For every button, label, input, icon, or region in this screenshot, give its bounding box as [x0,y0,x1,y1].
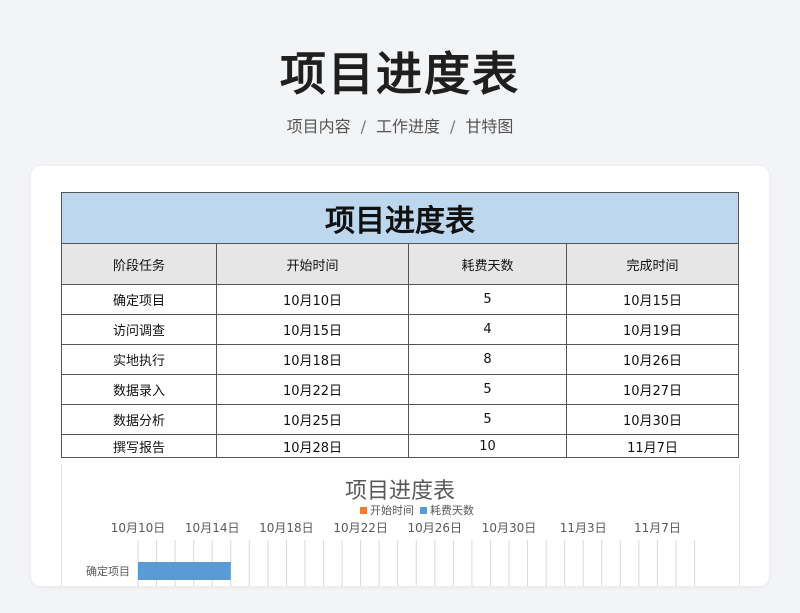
table-cell: 10月15日 [216,314,409,345]
header-cell-start: 开始时间 [216,243,409,285]
table-cell: 10月18日 [216,344,409,375]
table-cell: 确定项目 [61,284,217,315]
table-row: 实地执行 10月18日 8 10月26日 [61,344,739,375]
sheet-title: 项目进度表 [61,192,739,244]
breadcrumb-item-gantt[interactable]: 甘特图 [465,117,513,136]
x-tick-label: 10月30日 [482,521,537,535]
header-cell-end: 完成时间 [566,243,739,285]
header-cell-stage: 阶段任务 [61,243,217,285]
x-tick-label: 11月3日 [560,521,607,535]
table-cell: 10月27日 [566,374,739,405]
table-cell: 10月19日 [566,314,739,345]
table-cell: 5 [408,284,567,315]
table-cell: 10月15日 [566,284,739,315]
table-cell: 数据分析 [61,404,217,435]
header-cell-days: 耗费天数 [408,243,567,285]
breadcrumb-item-content[interactable]: 项目内容 [287,117,351,136]
table-cell: 数据录入 [61,374,217,405]
table-row: 访问调查 10月15日 4 10月19日 [61,314,739,345]
table-cell: 10月26日 [566,344,739,375]
table-cell: 10月10日 [216,284,409,315]
breadcrumb-separator: / [360,117,366,136]
breadcrumb: 项目内容 / 工作进度 / 甘特图 [0,113,800,137]
table-cell: 10月25日 [216,404,409,435]
legend-label-duration: 耗费天数 [430,504,474,517]
breadcrumb-item-progress[interactable]: 工作进度 [376,117,440,136]
table-cell: 实地执行 [61,344,217,375]
chart-title: 项目进度表 [345,479,455,504]
table-cell: 11月7日 [566,434,739,458]
x-tick-label: 10月22日 [333,521,388,535]
table-cell: 5 [408,404,567,435]
bar-duration [138,562,231,580]
x-tick-label: 10月14日 [185,521,240,535]
table-cell: 10月28日 [216,434,409,458]
table-cell: 10月30日 [566,404,739,435]
x-tick-label: 11月7日 [634,521,681,535]
table-cell: 4 [408,314,567,345]
breadcrumb-separator: / [450,117,456,136]
table-row: 数据录入 10月22日 5 10月27日 [61,374,739,405]
y-tick-label: 确定项目 [86,564,130,578]
table-cell: 5 [408,374,567,405]
table-row: 撰写报告 10月28日 10 11月7日 [61,434,739,458]
table-row: 数据分析 10月25日 5 10月30日 [61,404,739,435]
table-row: 确定项目 10月10日 5 10月15日 [61,284,739,315]
legend-swatch-duration [420,507,427,514]
table-cell: 访问调查 [61,314,217,345]
table-cell: 8 [408,344,567,375]
schedule-table: 项目进度表 阶段任务 开始时间 耗费天数 完成时间 确定项目 10月10日 5 … [61,192,739,458]
preview-card: 项目进度表 阶段任务 开始时间 耗费天数 完成时间 确定项目 10月10日 5 … [31,166,769,586]
table-cell: 撰写报告 [61,434,217,458]
page-title: 项目进度表 [280,47,520,101]
table-cell: 10 [408,434,567,458]
x-tick-label: 10月26日 [408,521,463,535]
legend-swatch-start [360,507,367,514]
gantt-chart: 项目进度表 开始时间 耗费天数 10月10日 10月14日 10月18日 10月22日 10月… [61,464,740,586]
legend-label-start: 开始时间 [370,503,414,517]
x-tick-label: 10月18日 [259,521,314,535]
gantt-chart-svg: 项目进度表开始时间 耗费天数 10月10日 10月14日 10月18日 10月22日 10月… [86,479,695,586]
table-cell: 10月22日 [216,374,409,405]
x-tick-label: 10月10日 [111,521,166,535]
